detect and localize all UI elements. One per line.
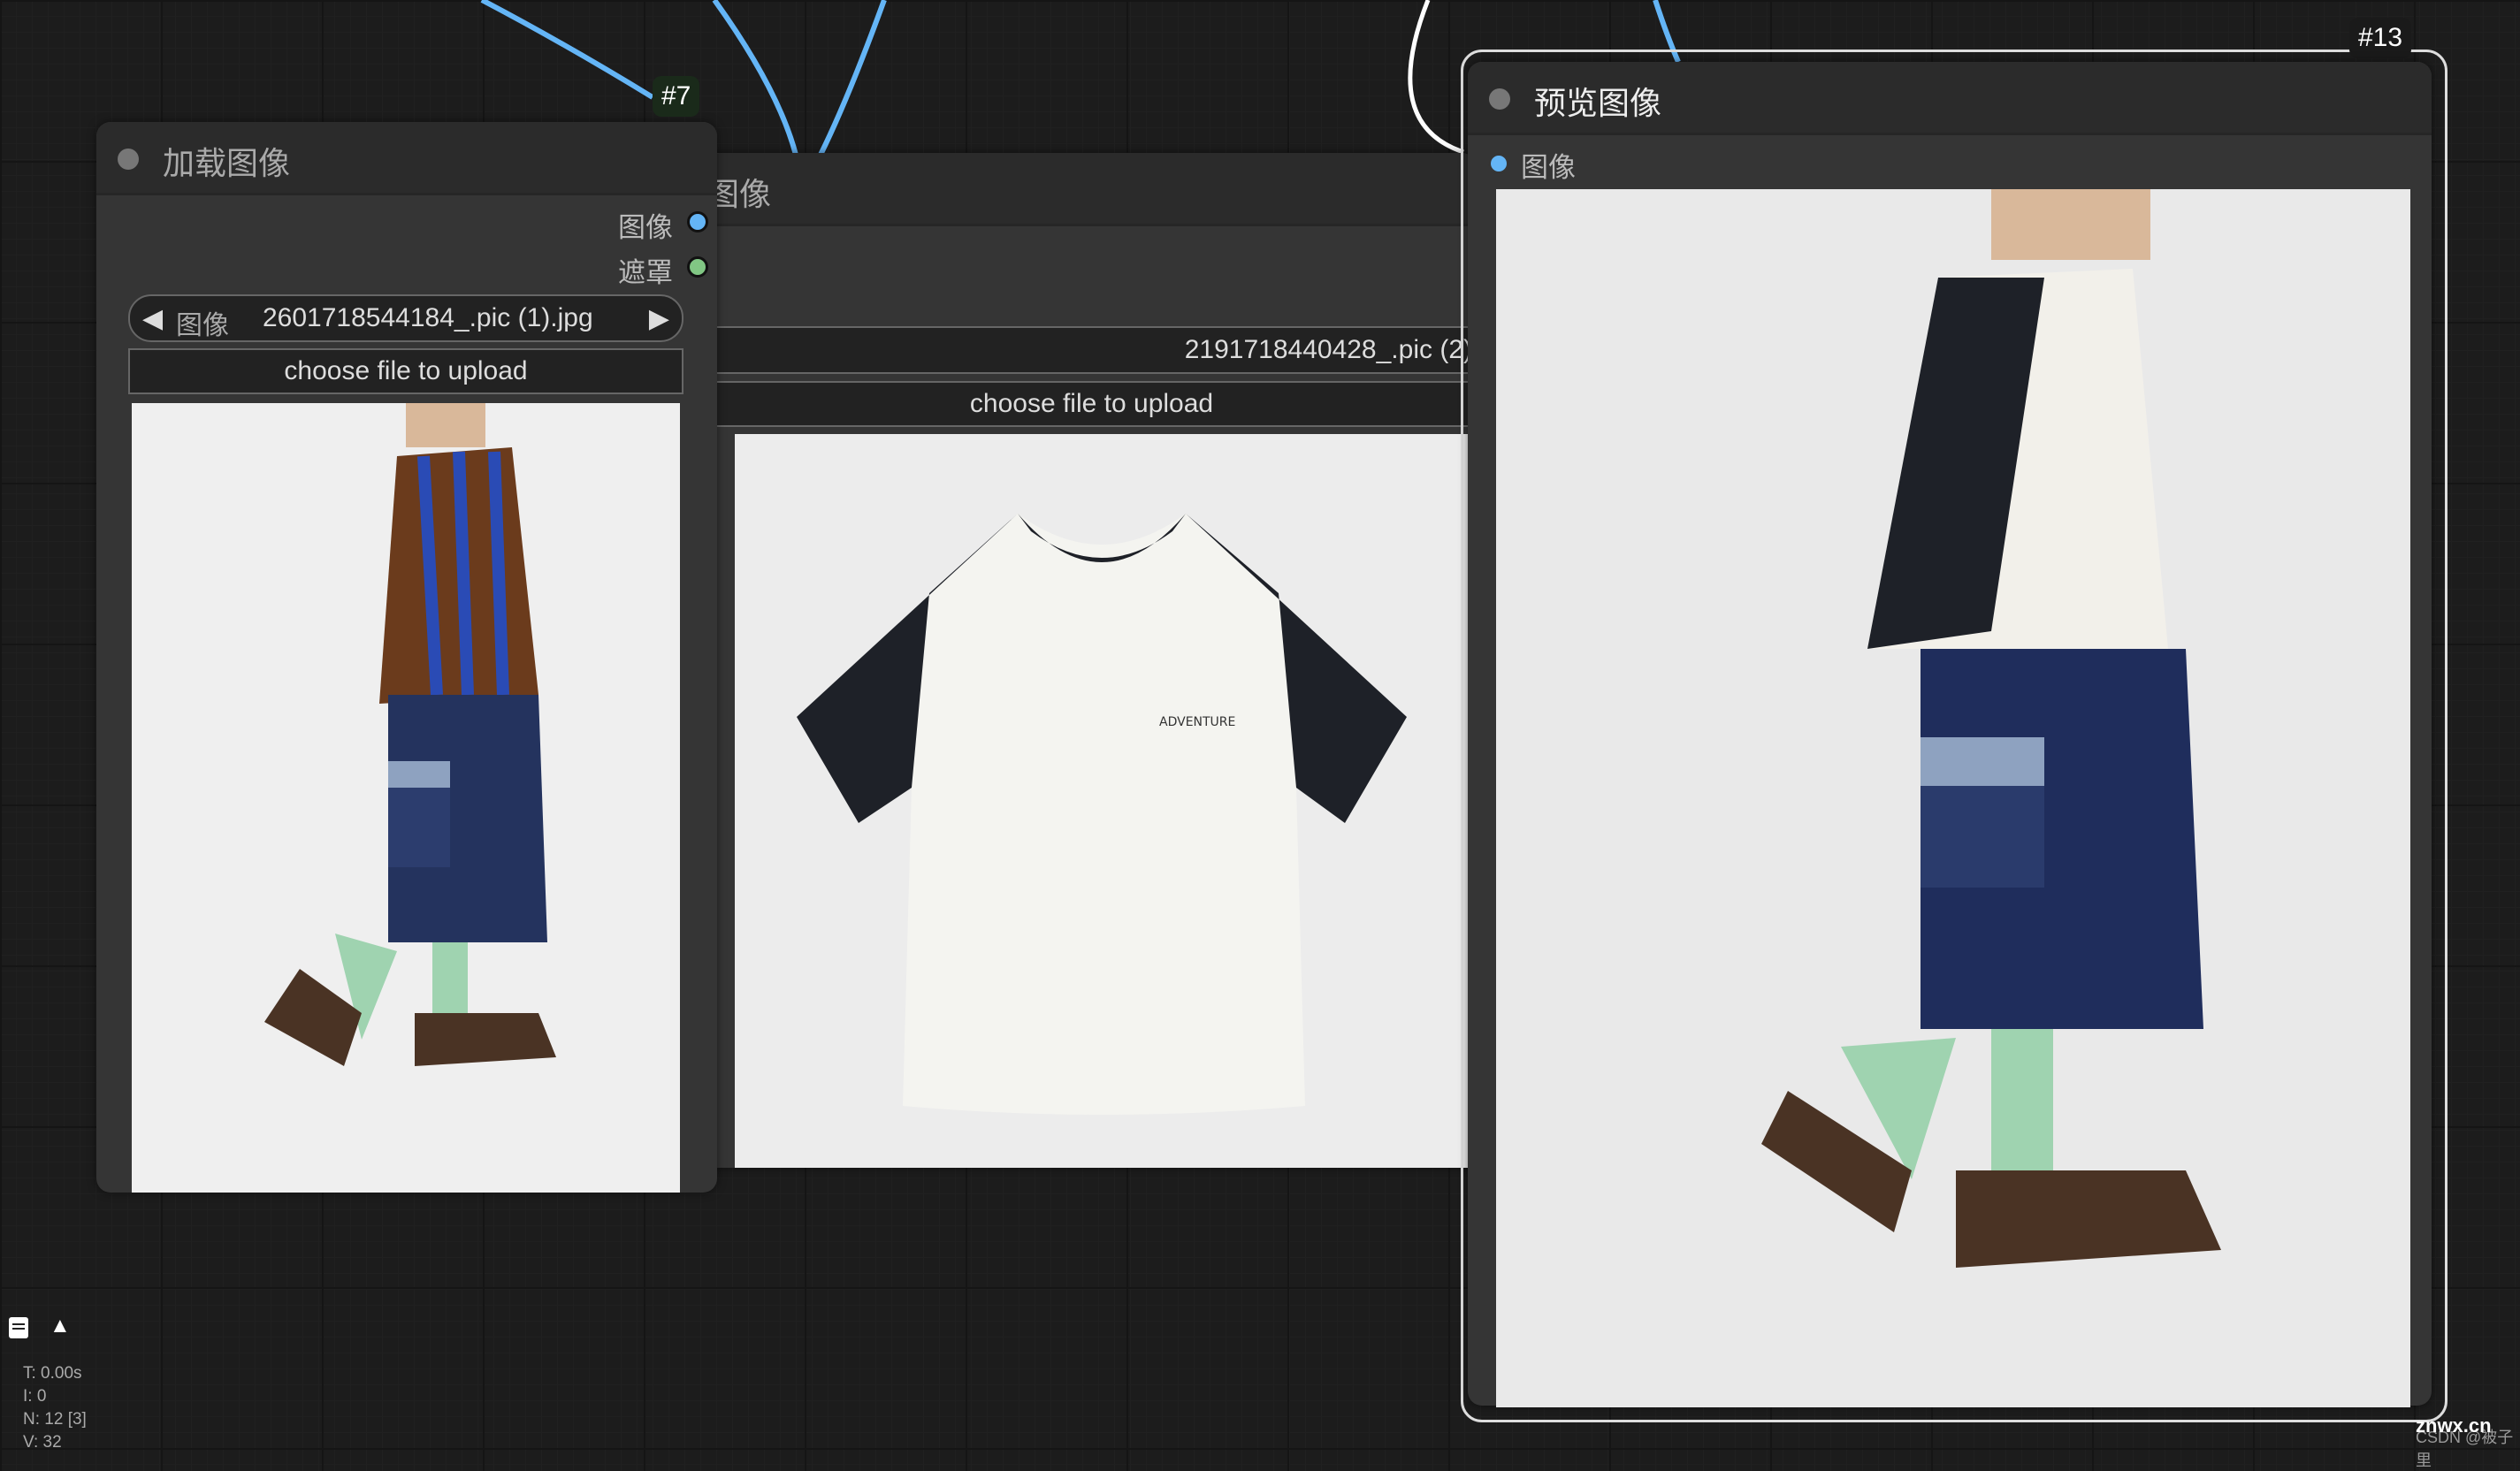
- node-title: 预览图像: [1534, 86, 1662, 122]
- image-link[interactable]: [712, 0, 798, 156]
- upload-button[interactable]: choose file to upload: [128, 348, 683, 394]
- stat-iterations: I: 0: [23, 1387, 47, 1406]
- preview-output-image: [1496, 189, 2410, 1407]
- combo-label: 图像: [176, 310, 229, 341]
- node-title-bar[interactable]: 预览图像: [1468, 62, 2432, 135]
- stat-vertices: V: 32: [23, 1433, 62, 1452]
- collapse-dot-icon[interactable]: [118, 149, 139, 170]
- node-title-bar[interactable]: 加载图像: [96, 122, 717, 195]
- node-id-badge: #7: [653, 76, 700, 117]
- image-select[interactable]: 2191718440428_.pic (2): [707, 326, 1476, 374]
- node-title: 加载图像: [163, 146, 291, 182]
- output-socket-mask[interactable]: [687, 256, 708, 278]
- image-filename: 2601718544184_.pic (1).jpg: [263, 303, 593, 332]
- collapse-dot-icon[interactable]: [1489, 88, 1510, 110]
- preview-image-node[interactable]: 预览图像 图像: [1468, 62, 2432, 1407]
- queue-button[interactable]: [9, 1317, 28, 1338]
- arrow-right-icon[interactable]: ▶: [649, 303, 669, 334]
- image-filename: 2191718440428_.pic (2): [1184, 335, 1472, 364]
- image-link[interactable]: [480, 0, 654, 100]
- image-link[interactable]: [818, 0, 887, 156]
- queue-list-icon: [12, 1323, 25, 1325]
- load-image-node-1[interactable]: 加载图像 图像 遮罩 ◀ 图像 2601718544184_.pic (1).j…: [96, 122, 717, 1193]
- output-socket-image[interactable]: [687, 211, 708, 232]
- node-id-badge: #13: [2349, 18, 2412, 58]
- output-label-mask: 遮罩: [618, 257, 673, 289]
- stat-time: T: 0.00s: [23, 1364, 82, 1383]
- upload-button[interactable]: choose file to upload: [707, 381, 1476, 427]
- selected-link[interactable]: [1408, 0, 1464, 155]
- load-image-node-2[interactable]: 图像 2191718440428_.pic (2) choose file to…: [707, 153, 1476, 1168]
- input-label-image: 图像: [1521, 152, 1576, 184]
- input-socket-image[interactable]: [1488, 153, 1509, 174]
- image-preview-kid: [132, 403, 680, 1193]
- arrow-left-icon[interactable]: ◀: [142, 303, 163, 334]
- node-title-bar[interactable]: 图像: [707, 153, 1476, 226]
- kid-image: [264, 403, 556, 1066]
- stat-nodes: N: 12 [3]: [23, 1410, 87, 1429]
- image-preview-tshirt: ADVENTURE: [735, 434, 1468, 1168]
- output-label-image: 图像: [618, 212, 673, 244]
- kid-tshirt-image: [1761, 189, 2221, 1268]
- rocket-icon[interactable]: ▲: [50, 1314, 71, 1338]
- svg-text:ADVENTURE: ADVENTURE: [1159, 715, 1235, 729]
- tshirt-image: ADVENTURE: [797, 514, 1407, 1115]
- watermark-main: znwx.cn: [2416, 1414, 2492, 1437]
- image-select[interactable]: ◀ 图像 2601718544184_.pic (1).jpg ▶: [128, 294, 683, 342]
